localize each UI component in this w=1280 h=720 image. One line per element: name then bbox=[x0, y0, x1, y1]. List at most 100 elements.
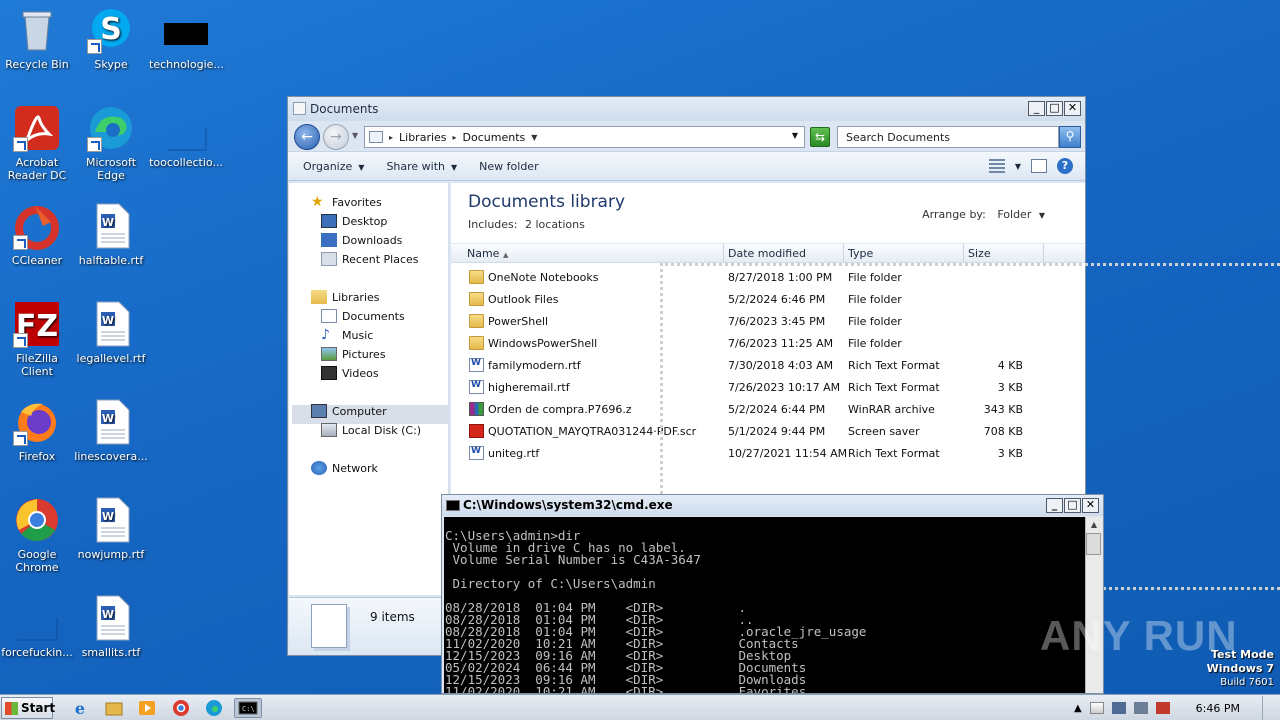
column-type[interactable]: Type bbox=[848, 247, 873, 260]
back-button[interactable]: ← bbox=[294, 124, 320, 150]
address-history-dropdown[interactable]: ▼ bbox=[792, 131, 798, 140]
nav-videos[interactable]: Videos bbox=[321, 366, 379, 380]
file-row[interactable]: OneNote Notebooks 8/27/2018 1:00 PM File f… bbox=[451, 267, 1085, 289]
nav-network[interactable]: Network bbox=[311, 461, 378, 475]
clock[interactable]: 6:46 PM bbox=[1196, 702, 1240, 715]
minimize-button[interactable]: _ bbox=[1028, 101, 1045, 116]
taskbar-cmd-icon[interactable]: C:\ bbox=[234, 698, 262, 718]
file-row[interactable]: PowerShell 7/6/2023 3:45 PM File folder bbox=[451, 311, 1085, 333]
nav-libraries[interactable]: Libraries bbox=[311, 290, 380, 304]
help-icon[interactable]: ? bbox=[1057, 158, 1073, 174]
file-name: OneNote Notebooks bbox=[488, 271, 599, 284]
desktop-icon-halftable[interactable]: W halftable.rtf bbox=[74, 202, 148, 267]
library-includes: Includes: 2 locations bbox=[468, 218, 585, 231]
column-size[interactable]: Size bbox=[968, 247, 991, 260]
show-desktop-button[interactable] bbox=[1262, 696, 1272, 720]
breadcrumb-documents[interactable]: Documents bbox=[463, 131, 526, 144]
nav-favorites[interactable]: ★ Favorites bbox=[311, 195, 382, 209]
chevron-down-icon[interactable]: ▼ bbox=[1015, 162, 1021, 171]
maximize-button[interactable]: □ bbox=[1064, 498, 1081, 513]
includes-locations-link[interactable]: 2 locations bbox=[525, 218, 585, 231]
organize-button[interactable]: Organize ▼ bbox=[303, 160, 364, 173]
network-icon[interactable] bbox=[1111, 702, 1126, 714]
column-separator[interactable] bbox=[1043, 244, 1044, 263]
taskbar-media-player-icon[interactable] bbox=[136, 698, 158, 718]
nav-computer[interactable]: Computer bbox=[311, 404, 387, 418]
preview-pane-icon[interactable] bbox=[1031, 159, 1047, 173]
desktop-icon-ccleaner[interactable]: CCleaner bbox=[0, 202, 74, 267]
column-separator[interactable] bbox=[963, 244, 964, 263]
desktop-icon-toocollection[interactable]: toocollectio... bbox=[149, 104, 223, 169]
column-date-modified[interactable]: Date modified bbox=[728, 247, 806, 260]
column-separator[interactable] bbox=[723, 244, 724, 263]
file-row[interactable]: higheremail.rtf 7/26/2023 10:17 AM Rich Te… bbox=[451, 377, 1085, 399]
breadcrumb-libraries[interactable]: Libraries bbox=[399, 131, 447, 144]
file-row[interactable]: uniteg.rtf 10/27/2021 11:54 AMRich Text F… bbox=[451, 443, 1085, 465]
cmd-window[interactable]: C:\Windows\system32\cmd.exe _ □ ✕ C:\Use… bbox=[441, 494, 1104, 694]
search-input[interactable]: Search Documents bbox=[837, 126, 1059, 148]
nav-local-disk[interactable]: Local Disk (C:) bbox=[321, 423, 421, 437]
nav-music[interactable]: ♪ Music bbox=[321, 328, 373, 342]
organize-label: Organize bbox=[303, 159, 353, 173]
desktop-icon-forcefuckin[interactable]: forcefuckin... bbox=[0, 594, 74, 659]
nav-pictures[interactable]: Pictures bbox=[321, 347, 386, 361]
filezilla-icon: FZ bbox=[13, 300, 61, 348]
file-row[interactable]: QUOTATION_MAYQTRA031244·PDF.scr 5/1/2024 … bbox=[451, 421, 1085, 443]
file-name: higheremail.rtf bbox=[488, 381, 570, 394]
close-button[interactable]: ✕ bbox=[1082, 498, 1099, 513]
taskbar-chrome-icon[interactable] bbox=[170, 698, 192, 718]
desktop-icon-filezilla[interactable]: FZ FileZilla Client bbox=[0, 300, 74, 378]
minimize-button[interactable]: _ bbox=[1046, 498, 1063, 513]
desktop-icon-acrobat[interactable]: Acrobat Reader DC bbox=[0, 104, 74, 182]
file-row[interactable]: WindowsPowerShell 7/6/2023 11:25 AM File f… bbox=[451, 333, 1085, 355]
volume-icon[interactable] bbox=[1133, 702, 1148, 714]
explorer-titlebar[interactable]: Documents _ □ ✕ bbox=[288, 97, 1085, 121]
desktop-icon-technologie[interactable]: technologie... bbox=[149, 6, 224, 71]
show-hidden-icons-icon[interactable]: ▲ bbox=[1074, 703, 1082, 714]
nav-desktop[interactable]: Desktop bbox=[321, 214, 387, 228]
chevron-down-icon[interactable]: ▼ bbox=[1039, 211, 1045, 220]
change-view-icon[interactable] bbox=[988, 159, 1005, 173]
flag-icon[interactable] bbox=[1089, 702, 1104, 714]
cmd-titlebar[interactable]: C:\Windows\system32\cmd.exe _ □ ✕ bbox=[442, 495, 1103, 516]
desktop-icon-smallits[interactable]: W smallits.rtf bbox=[74, 594, 148, 659]
desktop-icon-nowjump[interactable]: W nowjump.rtf bbox=[74, 496, 148, 561]
file-row[interactable]: Orden de compra.P7696.z 5/2/2024 6:44 PM W… bbox=[451, 399, 1085, 421]
scroll-up-icon[interactable]: ▲ bbox=[1086, 517, 1102, 533]
desktop-icon-edge[interactable]: Microsoft Edge bbox=[74, 104, 148, 182]
nav-downloads[interactable]: Downloads bbox=[321, 233, 402, 247]
file-row[interactable]: Outlook Files 5/2/2024 6:46 PM File folder bbox=[451, 289, 1085, 311]
chevron-down-icon[interactable]: ▼ bbox=[531, 133, 537, 142]
refresh-button[interactable]: ⇆ bbox=[810, 127, 830, 147]
maximize-button[interactable]: □ bbox=[1046, 101, 1063, 116]
cmd-scrollbar[interactable]: ▲ bbox=[1085, 517, 1102, 693]
desktop-icon-recycle-bin[interactable]: Recycle Bin bbox=[0, 6, 74, 71]
start-button[interactable]: Start bbox=[1, 697, 55, 719]
desktop-icon-firefox[interactable]: Firefox bbox=[0, 398, 74, 463]
forward-button[interactable]: → bbox=[323, 124, 349, 150]
column-separator[interactable] bbox=[843, 244, 844, 263]
breadcrumb-separator-icon[interactable]: ▸ bbox=[453, 133, 457, 142]
taskbar-edge-icon[interactable] bbox=[203, 698, 225, 718]
desktop-icon-linescoverage[interactable]: W linescovera... bbox=[74, 398, 148, 463]
new-folder-button[interactable]: New folder bbox=[479, 160, 538, 173]
nav-documents[interactable]: Documents bbox=[321, 309, 405, 323]
search-icon[interactable]: ⚲ bbox=[1059, 126, 1081, 148]
taskbar-explorer-icon[interactable] bbox=[103, 698, 125, 718]
close-button[interactable]: ✕ bbox=[1064, 101, 1081, 116]
recent-pages-dropdown[interactable]: ▼ bbox=[352, 131, 358, 140]
cmd-console-output[interactable]: C:\Users\admin>dir Volume in drive C has… bbox=[444, 517, 1085, 693]
address-bar[interactable]: ▸ Libraries ▸ Documents ▼ ▼ bbox=[364, 126, 805, 148]
share-with-button[interactable]: Share with ▼ bbox=[386, 160, 457, 173]
nav-recent-places[interactable]: Recent Places bbox=[321, 252, 419, 266]
scroll-thumb[interactable] bbox=[1086, 533, 1101, 555]
file-row[interactable]: familymodern.rtf 7/30/2018 4:03 AM Rich Te… bbox=[451, 355, 1085, 377]
defender-icon[interactable] bbox=[1155, 702, 1170, 714]
desktop-icon-legallevel[interactable]: W legallevel.rtf bbox=[74, 300, 148, 365]
column-name[interactable]: Name ▲ bbox=[467, 247, 508, 260]
breadcrumb-separator-icon[interactable]: ▸ bbox=[389, 133, 393, 142]
taskbar-ie-icon[interactable]: e bbox=[69, 698, 91, 718]
arrange-by-dropdown[interactable]: Folder bbox=[997, 208, 1031, 221]
desktop-icon-skype[interactable]: S Skype bbox=[74, 6, 148, 71]
desktop-icon-chrome[interactable]: Google Chrome bbox=[0, 496, 74, 574]
